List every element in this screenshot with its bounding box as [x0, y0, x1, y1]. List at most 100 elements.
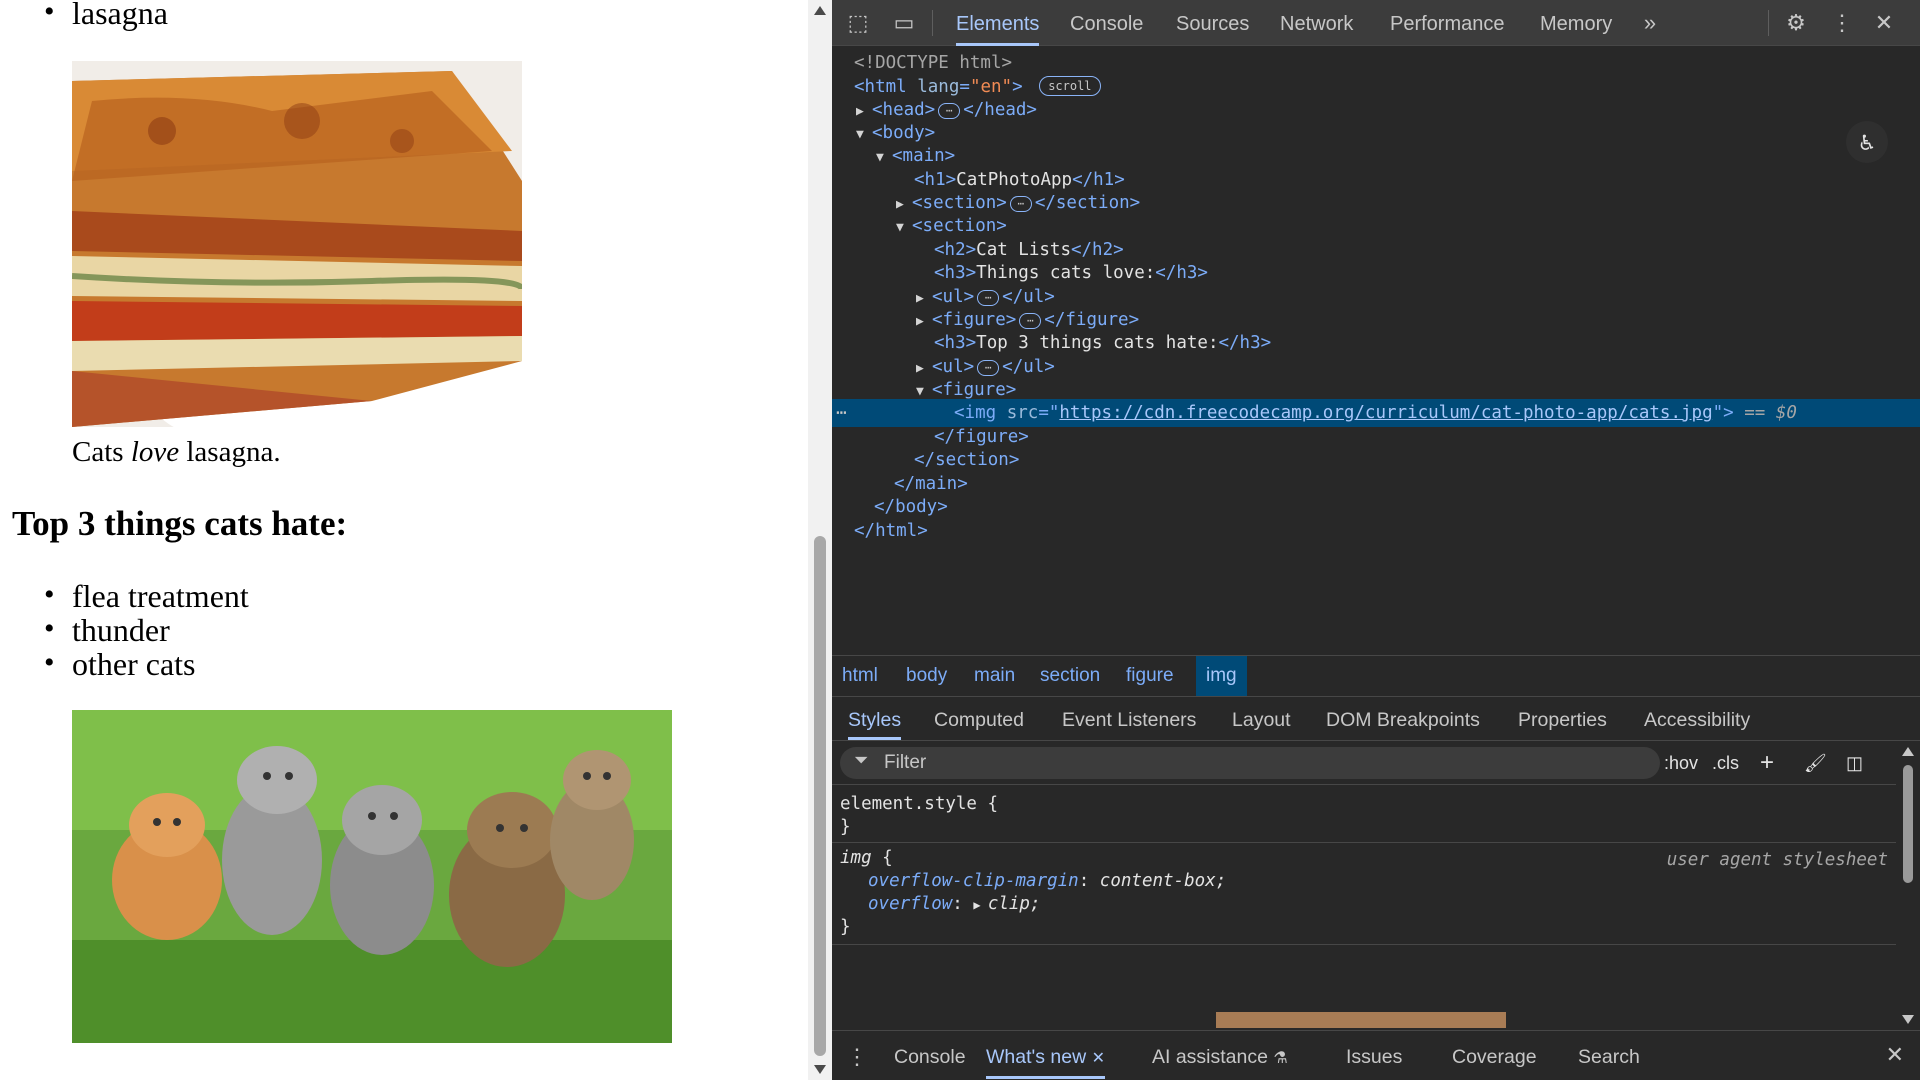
devtools-panel: ⬚ ▭ Elements Console Sources Network Per… [832, 0, 1920, 1080]
dom-tree: <!DOCTYPE html> <html lang="en"> scroll … [832, 47, 1920, 655]
sidebar-tabs: Styles Computed Event Listeners Layout D… [832, 697, 1920, 741]
styles-scrollbar[interactable] [1896, 741, 1920, 1030]
styles-pane: element.style { } img { user agent style… [832, 786, 1896, 1030]
page-scrollbar[interactable] [808, 0, 832, 1080]
css-declaration[interactable]: overflow-clip-margin: content-box; [868, 869, 1226, 893]
closing-brace: } [840, 917, 851, 937]
closing-brace: } [840, 817, 851, 837]
tab-computed[interactable]: Computed [934, 697, 1024, 740]
breadcrumb-section[interactable]: section [1040, 656, 1100, 696]
attr-value: "en" [969, 77, 1013, 97]
inspect-element-icon[interactable]: ⬚ [844, 10, 872, 36]
list-item: lasagna [44, 0, 168, 30]
page-viewport: lasagna Cats love lasagna. Top 3 things … [0, 0, 808, 1080]
add-rule-icon[interactable]: + [1760, 747, 1774, 779]
tab-memory[interactable]: Memory [1540, 0, 1612, 46]
breadcrumb-main[interactable]: main [974, 656, 1015, 696]
attr-name: src [1006, 403, 1039, 423]
tab-elements[interactable]: Elements [956, 0, 1040, 46]
drawer-tab-ai-assistance[interactable]: AI assistance ⚗ [1152, 1031, 1288, 1079]
collapsed-ellipsis[interactable]: ⋯ [1009, 196, 1032, 212]
toolbar-divider [1768, 10, 1769, 36]
drawer-tab-coverage[interactable]: Coverage [1452, 1031, 1537, 1079]
node-text: Top 3 things cats hate: [976, 333, 1219, 353]
element-style-rule[interactable]: element.style { [840, 792, 998, 816]
hov-button[interactable]: :hov [1664, 747, 1698, 779]
colon-text: : [1078, 871, 1100, 891]
tag-text: <h1> [914, 170, 957, 190]
collapsed-ellipsis[interactable]: ⋯ [938, 103, 961, 119]
drawer-tab-issues[interactable]: Issues [1346, 1031, 1402, 1079]
tag-text: <h3> [934, 333, 977, 353]
rule-divider [832, 842, 1896, 843]
drawer-menu-icon[interactable]: ⋮ [846, 1031, 868, 1079]
tab-properties[interactable]: Properties [1518, 697, 1607, 740]
tag-text: <head> [872, 100, 936, 120]
breadcrumb-figure[interactable]: figure [1126, 656, 1174, 696]
tab-accessibility[interactable]: Accessibility [1644, 697, 1750, 740]
filter-placeholder: Filter [884, 752, 927, 773]
breadcrumb-body[interactable]: body [906, 656, 947, 696]
collapsed-ellipsis[interactable]: ⋯ [977, 290, 1000, 306]
close-tab-icon[interactable]: ✕ [1092, 1050, 1105, 1067]
scroll-down-arrow-icon[interactable] [1902, 1015, 1914, 1024]
user-agent-label: user agent stylesheet [1666, 850, 1888, 870]
toggle-sidebar-icon[interactable]: ◫ [1846, 747, 1863, 779]
tag-text: </ul> [1002, 357, 1055, 377]
tag-text: </html> [854, 521, 928, 541]
lasagna-image[interactable] [72, 61, 522, 427]
hate-heading: Top 3 things cats hate: [12, 504, 348, 543]
accessibility-tree-icon[interactable]: ♿ [1846, 121, 1888, 163]
tag-text: </body> [874, 497, 948, 517]
scroll-up-arrow-icon[interactable] [814, 6, 826, 15]
attr-eq: =" [1038, 403, 1060, 423]
css-value: content-box; [1099, 871, 1227, 891]
gear-icon[interactable]: ⚙ [1782, 10, 1810, 36]
styles-scrollbar-thumb[interactable] [1903, 765, 1913, 883]
close-icon[interactable]: ✕ [1870, 10, 1898, 36]
more-options-icon[interactable]: ⋮ [1828, 10, 1856, 36]
src-link[interactable]: https://cdn.freecodecamp.org/curriculum/… [1059, 403, 1712, 423]
collapsed-ellipsis[interactable]: ⋯ [1019, 313, 1042, 329]
breadcrumb-html[interactable]: html [842, 656, 878, 696]
node-text: Cat Lists [976, 240, 1071, 260]
tag-text: <section> [912, 193, 1007, 213]
kittens-photo [72, 710, 672, 1043]
scroll-badge[interactable]: scroll [1039, 76, 1101, 96]
tab-sources[interactable]: Sources [1176, 0, 1249, 46]
page-scrollbar-thumb[interactable] [814, 536, 826, 1056]
filter-input[interactable]: ⏷ Filter [840, 747, 1660, 779]
tag-text: <ul> [932, 357, 975, 377]
tab-dom-breakpoints[interactable]: DOM Breakpoints [1326, 697, 1480, 740]
tag-text: </h1> [1072, 170, 1125, 190]
css-declaration[interactable]: overflow: ▶ clip; [868, 892, 1041, 917]
tab-event-listeners[interactable]: Event Listeners [1062, 697, 1196, 740]
drawer-tab-whats-new[interactable]: What's new ✕ [986, 1031, 1106, 1079]
tab-styles[interactable]: Styles [848, 697, 902, 740]
flask-icon: ⚗ [1273, 1050, 1288, 1067]
dom-node-html-close[interactable]: </html> [832, 517, 1920, 545]
scroll-up-arrow-icon[interactable] [1902, 747, 1914, 756]
doctype-text: <!DOCTYPE html> [854, 53, 1013, 73]
caption-text: Cats [72, 436, 131, 468]
tag-text: </figure> [934, 427, 1029, 447]
cats-image[interactable] [72, 710, 672, 1043]
scroll-down-arrow-icon[interactable] [814, 1065, 826, 1074]
tab-layout[interactable]: Layout [1232, 697, 1291, 740]
cls-button[interactable]: .cls [1712, 747, 1739, 779]
tab-console[interactable]: Console [1070, 0, 1143, 46]
drawer-tab-search[interactable]: Search [1578, 1031, 1640, 1079]
tab-network[interactable]: Network [1280, 0, 1353, 46]
drawer-tab-console[interactable]: Console [894, 1031, 966, 1079]
device-toolbar-icon[interactable]: ▭ [890, 10, 918, 36]
img-rule-selector[interactable]: img { [840, 846, 893, 870]
close-drawer-icon[interactable]: ✕ [1886, 1031, 1904, 1079]
paint-brush-icon[interactable]: 🖌 [1804, 747, 1827, 779]
chevron-double-right-icon[interactable]: » [1636, 10, 1664, 36]
collapsed-ellipsis[interactable]: ⋯ [977, 360, 1000, 376]
tag-text: <img [954, 403, 997, 423]
tag-text: </h3> [1155, 263, 1208, 283]
tab-performance[interactable]: Performance [1390, 0, 1505, 46]
breadcrumb-img[interactable]: img [1196, 656, 1247, 696]
expand-triangle-icon[interactable]: ▶ [973, 898, 987, 912]
